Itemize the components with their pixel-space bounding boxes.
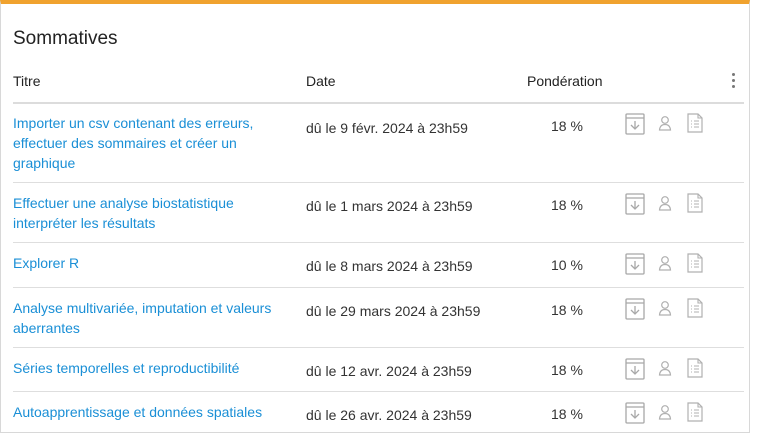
due-date: dû le 9 févr. 2024 à 23h59	[306, 120, 468, 136]
document-checklist-icon[interactable]	[686, 358, 704, 378]
weight-value: 18 %	[551, 118, 583, 134]
due-date: dû le 29 mars 2024 à 23h59	[306, 303, 481, 319]
user-icon[interactable]	[658, 115, 672, 131]
sommatives-card: Sommatives Titre Date Pondération Import…	[0, 0, 750, 433]
table-row: Importer un csv contenant des erreurs, e…	[13, 103, 744, 183]
table-row: Analyse multivariée, imputation et valeu…	[13, 288, 744, 348]
weight-value: 10 %	[551, 257, 583, 273]
table-row: Séries temporelles et reproductibilité d…	[13, 348, 744, 392]
download-box-icon[interactable]	[625, 402, 645, 424]
column-header-date: Date	[306, 73, 336, 89]
assignment-title-link[interactable]: Explorer R	[13, 253, 283, 273]
download-box-icon[interactable]	[625, 193, 645, 215]
due-date: dû le 26 avr. 2024 à 23h59	[306, 407, 472, 423]
kebab-menu-icon[interactable]	[732, 72, 736, 90]
weight-value: 18 %	[551, 197, 583, 213]
document-checklist-icon[interactable]	[686, 193, 704, 213]
section-title: Sommatives	[13, 28, 118, 49]
weight-value: 18 %	[551, 406, 583, 422]
user-icon[interactable]	[658, 404, 672, 420]
assignment-title-link[interactable]: Effectuer une analyse biostatistique int…	[13, 193, 283, 233]
due-date: dû le 1 mars 2024 à 23h59	[306, 198, 473, 214]
document-checklist-icon[interactable]	[686, 402, 704, 422]
user-icon[interactable]	[658, 195, 672, 211]
document-checklist-icon[interactable]	[686, 113, 704, 133]
download-box-icon[interactable]	[625, 253, 645, 275]
download-box-icon[interactable]	[625, 298, 645, 320]
weight-value: 18 %	[551, 302, 583, 318]
document-checklist-icon[interactable]	[686, 298, 704, 318]
user-icon[interactable]	[658, 255, 672, 271]
column-header-title: Titre	[13, 73, 41, 89]
user-icon[interactable]	[658, 360, 672, 376]
user-icon[interactable]	[658, 300, 672, 316]
weight-value: 18 %	[551, 362, 583, 378]
assignment-title-link[interactable]: Autoapprentissage et données spatiales	[13, 402, 283, 422]
assignment-title-link[interactable]: Importer un csv contenant des erreurs, e…	[13, 113, 283, 173]
due-date: dû le 8 mars 2024 à 23h59	[306, 258, 473, 274]
table-header: Titre Date Pondération	[13, 70, 744, 104]
column-header-weight: Pondération	[527, 73, 603, 89]
table-row: Effectuer une analyse biostatistique int…	[13, 183, 744, 243]
due-date: dû le 12 avr. 2024 à 23h59	[306, 363, 472, 379]
table-row: Explorer R dû le 8 mars 2024 à 23h59 10 …	[13, 243, 744, 288]
download-box-icon[interactable]	[625, 113, 645, 135]
download-box-icon[interactable]	[625, 358, 645, 380]
document-checklist-icon[interactable]	[686, 253, 704, 273]
table-row: Autoapprentissage et données spatiales d…	[13, 392, 744, 434]
assignment-title-link[interactable]: Analyse multivariée, imputation et valeu…	[13, 298, 283, 338]
assignment-title-link[interactable]: Séries temporelles et reproductibilité	[13, 358, 283, 378]
